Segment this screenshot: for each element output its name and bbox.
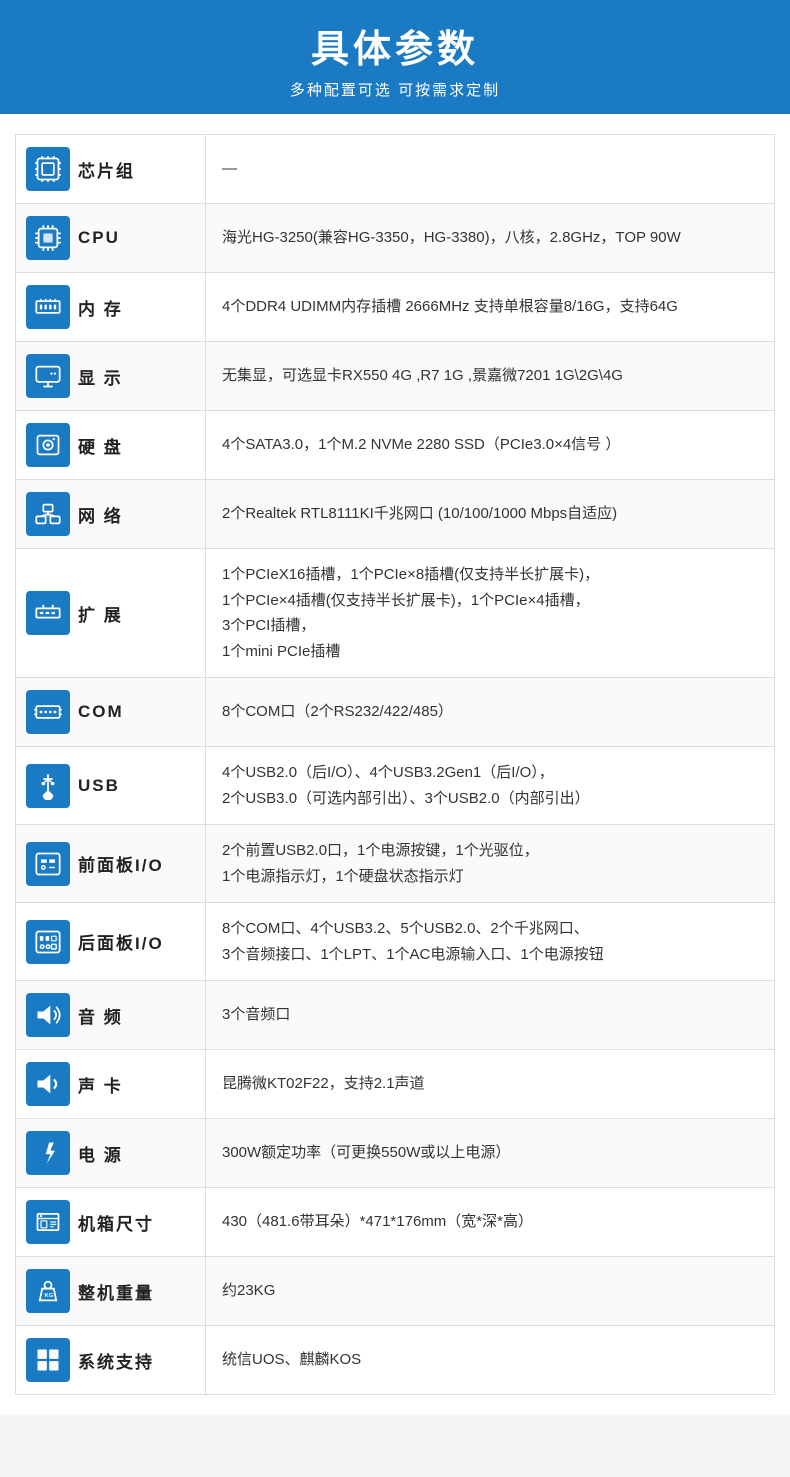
chassis-icon bbox=[26, 1200, 70, 1244]
value-cell-audio: 3个音频口 bbox=[206, 981, 775, 1050]
label-text-power: 电 源 bbox=[78, 1141, 123, 1166]
table-row: 系统支持 统信UOS、麒麟KOS bbox=[16, 1326, 775, 1395]
table-row: 扩 展 1个PCIeX16插槽，1个PCIe×8插槽(仅支持半长扩展卡)，1个P… bbox=[16, 549, 775, 678]
label-text-rear-io: 后面板I/O bbox=[78, 929, 164, 954]
value-cell-weight: 约23KG bbox=[206, 1257, 775, 1326]
value-cell-chassis: 430（481.6带耳朵）*471*176mm（宽*深*高） bbox=[206, 1188, 775, 1257]
table-row: 前面板I/O 2个前置USB2.0口，1个电源按键，1个光驱位，1个电源指示灯，… bbox=[16, 825, 775, 903]
label-text-com: COM bbox=[78, 702, 124, 722]
label-text-soundcard: 声 卡 bbox=[78, 1072, 123, 1097]
table-row: 电 源 300W额定功率（可更换550W或以上电源） bbox=[16, 1119, 775, 1188]
value-cell-expansion: 1个PCIeX16插槽，1个PCIe×8插槽(仅支持半长扩展卡)，1个PCIe×… bbox=[206, 549, 775, 678]
label-text-chassis: 机箱尺寸 bbox=[78, 1210, 154, 1235]
table-row: USB 4个USB2.0（后I/O）、4个USB3.2Gen1（后I/O），2个… bbox=[16, 747, 775, 825]
weight-icon: KG bbox=[26, 1269, 70, 1313]
label-cell-expansion: 扩 展 bbox=[16, 549, 206, 678]
value-cell-rear-io: 8个COM口、4个USB3.2、5个USB2.0、2个千兆网口、3个音频接口、1… bbox=[206, 903, 775, 981]
network-icon bbox=[26, 492, 70, 536]
label-cell-com: COM bbox=[16, 678, 206, 747]
label-cell-storage: 硬 盘 bbox=[16, 411, 206, 480]
label-text-memory: 内 存 bbox=[78, 295, 123, 320]
label-cell-display: 显 示 bbox=[16, 342, 206, 411]
label-text-os: 系统支持 bbox=[78, 1348, 154, 1373]
spec-table: 芯片组 — CPU 海光HG-3250(兼容HG-3350，HG-3380)，八… bbox=[15, 134, 775, 1395]
label-text-network: 网 络 bbox=[78, 502, 123, 527]
page-title: 具体参数 bbox=[20, 18, 770, 73]
page-subtitle: 多种配置可选 可按需求定制 bbox=[20, 79, 770, 100]
os-icon bbox=[26, 1338, 70, 1382]
label-text-weight: 整机重量 bbox=[78, 1279, 154, 1304]
table-row: 硬 盘 4个SATA3.0，1个M.2 NVMe 2280 SSD（PCIe3.… bbox=[16, 411, 775, 480]
label-text-cpu: CPU bbox=[78, 228, 120, 248]
label-cell-network: 网 络 bbox=[16, 480, 206, 549]
front-io-icon bbox=[26, 842, 70, 886]
table-row: 后面板I/O 8个COM口、4个USB3.2、5个USB2.0、2个千兆网口、3… bbox=[16, 903, 775, 981]
display-icon bbox=[26, 354, 70, 398]
table-row: 内 存 4个DDR4 UDIMM内存插槽 2666MHz 支持单根容量8/16G… bbox=[16, 273, 775, 342]
label-cell-front-io: 前面板I/O bbox=[16, 825, 206, 903]
expansion-icon bbox=[26, 591, 70, 635]
audio-icon bbox=[26, 993, 70, 1037]
svg-text:KG: KG bbox=[45, 1293, 54, 1299]
label-cell-rear-io: 后面板I/O bbox=[16, 903, 206, 981]
memory-icon bbox=[26, 285, 70, 329]
value-cell-usb: 4个USB2.0（后I/O）、4个USB3.2Gen1（后I/O），2个USB3… bbox=[206, 747, 775, 825]
table-row: CPU 海光HG-3250(兼容HG-3350，HG-3380)，八核，2.8G… bbox=[16, 204, 775, 273]
label-cell-os: 系统支持 bbox=[16, 1326, 206, 1395]
chipset-icon bbox=[26, 147, 70, 191]
value-cell-cpu: 海光HG-3250(兼容HG-3350，HG-3380)，八核，2.8GHz，T… bbox=[206, 204, 775, 273]
com-icon bbox=[26, 690, 70, 734]
value-cell-power: 300W额定功率（可更换550W或以上电源） bbox=[206, 1119, 775, 1188]
value-cell-storage: 4个SATA3.0，1个M.2 NVMe 2280 SSD（PCIe3.0×4信… bbox=[206, 411, 775, 480]
storage-icon bbox=[26, 423, 70, 467]
table-row: 网 络 2个Realtek RTL8111KI千兆网口 (10/100/1000… bbox=[16, 480, 775, 549]
value-cell-soundcard: 昆腾微KT02F22，支持2.1声道 bbox=[206, 1050, 775, 1119]
label-cell-usb: USB bbox=[16, 747, 206, 825]
value-cell-memory: 4个DDR4 UDIMM内存插槽 2666MHz 支持单根容量8/16G，支持6… bbox=[206, 273, 775, 342]
label-text-front-io: 前面板I/O bbox=[78, 851, 164, 876]
label-cell-power: 电 源 bbox=[16, 1119, 206, 1188]
label-cell-soundcard: 声 卡 bbox=[16, 1050, 206, 1119]
spec-table-container: 芯片组 — CPU 海光HG-3250(兼容HG-3350，HG-3380)，八… bbox=[0, 114, 790, 1415]
value-cell-com: 8个COM口（2个RS232/422/485） bbox=[206, 678, 775, 747]
label-cell-chassis: 机箱尺寸 bbox=[16, 1188, 206, 1257]
label-text-display: 显 示 bbox=[78, 364, 123, 389]
table-row: 机箱尺寸 430（481.6带耳朵）*471*176mm（宽*深*高） bbox=[16, 1188, 775, 1257]
value-cell-network: 2个Realtek RTL8111KI千兆网口 (10/100/1000 Mbp… bbox=[206, 480, 775, 549]
value-cell-os: 统信UOS、麒麟KOS bbox=[206, 1326, 775, 1395]
value-cell-front-io: 2个前置USB2.0口，1个电源按键，1个光驱位，1个电源指示灯，1个硬盘状态指… bbox=[206, 825, 775, 903]
label-cell-memory: 内 存 bbox=[16, 273, 206, 342]
table-row: 芯片组 — bbox=[16, 135, 775, 204]
power-icon bbox=[26, 1131, 70, 1175]
table-row: 音 频 3个音频口 bbox=[16, 981, 775, 1050]
value-cell-chipset: — bbox=[206, 135, 775, 204]
page-wrapper: 具体参数 多种配置可选 可按需求定制 芯片组 — CPU 海光HG-325 bbox=[0, 0, 790, 1415]
table-row: KG 整机重量 约23KG bbox=[16, 1257, 775, 1326]
value-cell-display: 无集显，可选显卡RX550 4G ,R7 1G ,景嘉微7201 1G\2G\4… bbox=[206, 342, 775, 411]
usb-icon bbox=[26, 764, 70, 808]
cpu-icon bbox=[26, 216, 70, 260]
table-row: COM 8个COM口（2个RS232/422/485） bbox=[16, 678, 775, 747]
table-row: 声 卡 昆腾微KT02F22，支持2.1声道 bbox=[16, 1050, 775, 1119]
label-text-usb: USB bbox=[78, 776, 120, 796]
label-text-chipset: 芯片组 bbox=[78, 157, 135, 182]
label-cell-audio: 音 频 bbox=[16, 981, 206, 1050]
label-text-storage: 硬 盘 bbox=[78, 433, 123, 458]
label-text-audio: 音 频 bbox=[78, 1003, 123, 1028]
rear-io-icon bbox=[26, 920, 70, 964]
label-text-expansion: 扩 展 bbox=[78, 601, 123, 626]
label-cell-cpu: CPU bbox=[16, 204, 206, 273]
label-cell-chipset: 芯片组 bbox=[16, 135, 206, 204]
table-row: 显 示 无集显，可选显卡RX550 4G ,R7 1G ,景嘉微7201 1G\… bbox=[16, 342, 775, 411]
label-cell-weight: KG 整机重量 bbox=[16, 1257, 206, 1326]
header: 具体参数 多种配置可选 可按需求定制 bbox=[0, 0, 790, 114]
soundcard-icon bbox=[26, 1062, 70, 1106]
